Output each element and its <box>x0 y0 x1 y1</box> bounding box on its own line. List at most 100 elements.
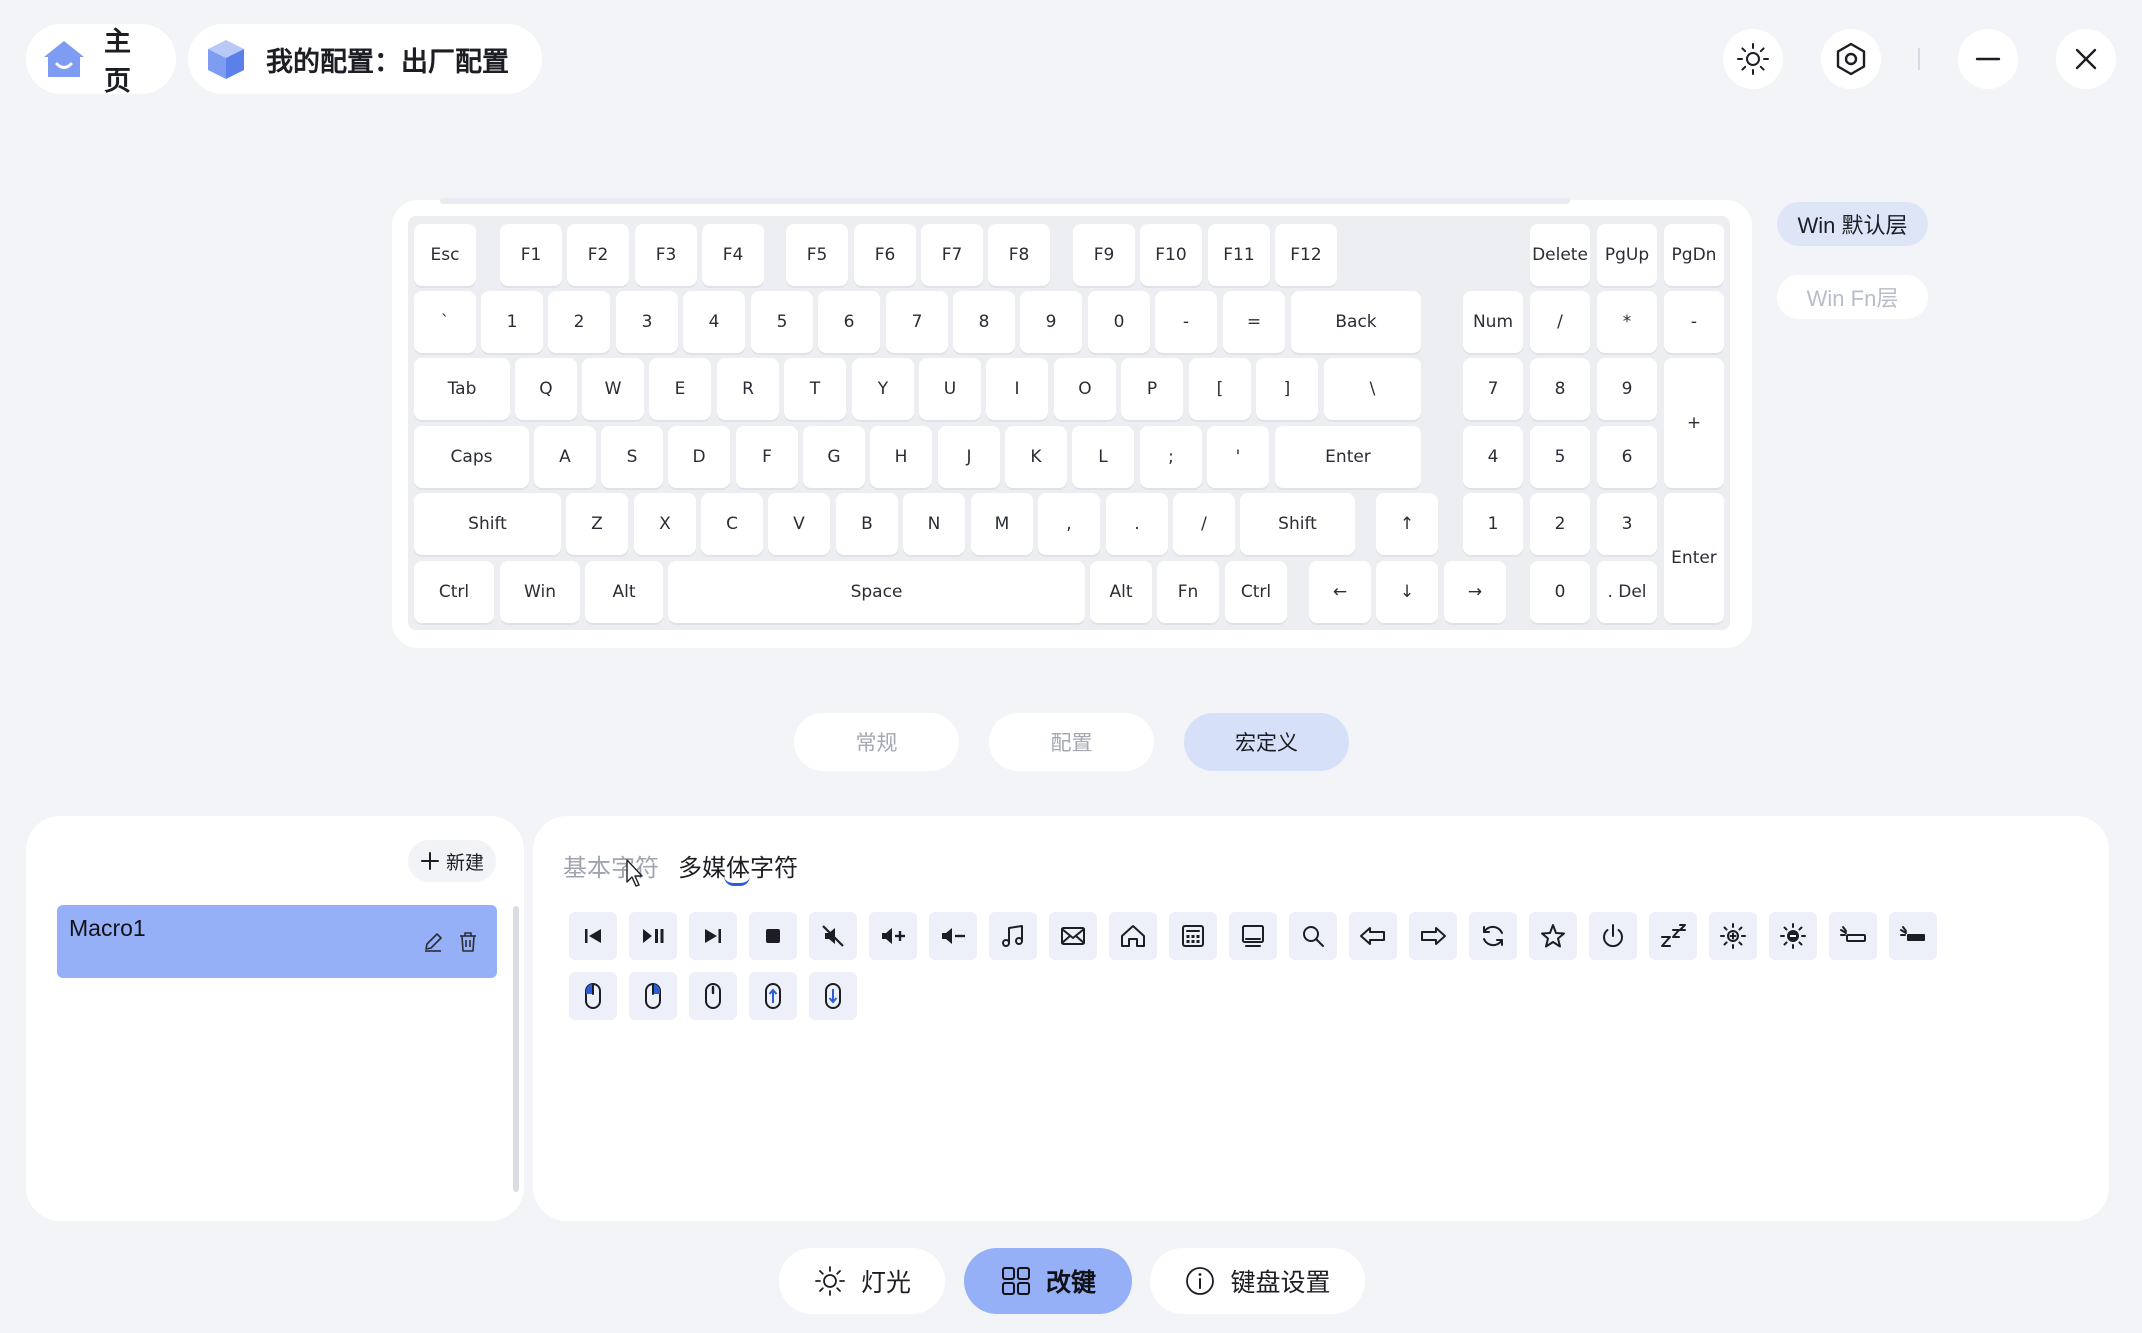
key-5-1[interactable]: Win <box>500 561 580 623</box>
tab-macro[interactable]: 宏定义 <box>1184 713 1349 771</box>
key-5-5[interactable]: Fn <box>1157 561 1219 623</box>
key-2-5[interactable]: T <box>784 358 846 420</box>
key-1-15[interactable]: / <box>1530 291 1590 353</box>
key-0-8[interactable]: F8 <box>988 224 1050 286</box>
key-0-0[interactable]: Esc <box>414 224 476 286</box>
key-3-1[interactable]: A <box>534 426 596 488</box>
key-3-2[interactable]: S <box>601 426 663 488</box>
key-1-6[interactable]: 6 <box>818 291 880 353</box>
stop-icon[interactable] <box>749 912 797 960</box>
key-2-15[interactable]: 8 <box>1530 358 1590 420</box>
key-0-10[interactable]: F10 <box>1140 224 1202 286</box>
key-4-11[interactable]: Shift <box>1240 493 1355 555</box>
key-3-7[interactable]: J <box>938 426 1000 488</box>
browser-forward-icon[interactable] <box>1409 912 1457 960</box>
calculator-icon[interactable] <box>1169 912 1217 960</box>
key-4-4[interactable]: V <box>768 493 830 555</box>
favorites-icon[interactable] <box>1529 912 1577 960</box>
key-3-6[interactable]: H <box>870 426 932 488</box>
layer-default-button[interactable]: Win 默认层 <box>1777 202 1928 246</box>
key-5-8[interactable]: ↓ <box>1376 561 1438 623</box>
previous-track-icon[interactable] <box>569 912 617 960</box>
layer-fn-button[interactable]: Win Fn层 <box>1777 275 1928 319</box>
play-pause-icon[interactable] <box>629 912 677 960</box>
home-button[interactable]: 主页 <box>26 24 176 96</box>
key-4-3[interactable]: C <box>701 493 763 555</box>
key-2-12[interactable]: ] <box>1256 358 1318 420</box>
key-1-3[interactable]: 3 <box>616 291 678 353</box>
mouse-middle-click-icon[interactable] <box>689 972 737 1020</box>
key-5-9[interactable]: → <box>1444 561 1506 623</box>
key-2-0[interactable]: Tab <box>414 358 510 420</box>
key-1-7[interactable]: 7 <box>886 291 948 353</box>
macro-list-scrollbar[interactable] <box>513 906 519 1192</box>
mouse-scroll-up-icon[interactable] <box>749 972 797 1020</box>
key-1-11[interactable]: - <box>1155 291 1217 353</box>
key-1-4[interactable]: 4 <box>683 291 745 353</box>
key-4-6[interactable]: N <box>903 493 965 555</box>
minimize-button[interactable] <box>1958 29 2018 89</box>
key-0-12[interactable]: F12 <box>1275 224 1337 286</box>
nav-lighting[interactable]: 灯光 <box>779 1248 945 1314</box>
key-2-9[interactable]: O <box>1054 358 1116 420</box>
key-3-11[interactable]: ' <box>1207 426 1269 488</box>
tab-config[interactable]: 配置 <box>989 713 1154 771</box>
key-5-0[interactable]: Ctrl <box>414 561 494 623</box>
key-1-13[interactable]: Back <box>1291 291 1421 353</box>
power-icon[interactable] <box>1589 912 1637 960</box>
key-1-16[interactable]: * <box>1597 291 1657 353</box>
home-icon[interactable] <box>1109 912 1157 960</box>
key-2-17[interactable]: + <box>1664 358 1724 488</box>
key-1-10[interactable]: 0 <box>1088 291 1150 353</box>
key-4-9[interactable]: . <box>1106 493 1168 555</box>
key-5-4[interactable]: Alt <box>1090 561 1152 623</box>
new-macro-button[interactable]: 新建 <box>408 840 496 882</box>
theme-button[interactable] <box>1723 29 1783 89</box>
key-4-2[interactable]: X <box>634 493 696 555</box>
key-4-8[interactable]: , <box>1038 493 1100 555</box>
key-4-7[interactable]: M <box>971 493 1033 555</box>
close-button[interactable] <box>2056 29 2116 89</box>
key-3-13[interactable]: 4 <box>1463 426 1523 488</box>
key-2-14[interactable]: 7 <box>1463 358 1523 420</box>
key-0-5[interactable]: F5 <box>786 224 848 286</box>
key-0-15[interactable]: PgDn <box>1664 224 1724 286</box>
key-3-4[interactable]: F <box>736 426 798 488</box>
refresh-icon[interactable] <box>1469 912 1517 960</box>
mute-icon[interactable] <box>809 912 857 960</box>
key-4-1[interactable]: Z <box>566 493 628 555</box>
mouse-right-click-icon[interactable] <box>629 972 677 1020</box>
key-0-3[interactable]: F3 <box>635 224 697 286</box>
edit-icon[interactable] <box>422 931 444 958</box>
current-config-button[interactable]: 我的配置：出厂配置 <box>188 24 542 94</box>
key-4-14[interactable]: 2 <box>1530 493 1590 555</box>
key-1-17[interactable]: - <box>1664 291 1724 353</box>
key-5-7[interactable]: ← <box>1309 561 1371 623</box>
backlight-up-icon[interactable] <box>1889 912 1937 960</box>
key-1-5[interactable]: 5 <box>751 291 813 353</box>
key-4-0[interactable]: Shift <box>414 493 561 555</box>
next-track-icon[interactable] <box>689 912 737 960</box>
key-2-7[interactable]: U <box>919 358 981 420</box>
key-0-9[interactable]: F9 <box>1073 224 1135 286</box>
key-2-8[interactable]: I <box>986 358 1048 420</box>
key-1-14[interactable]: Num <box>1463 291 1523 353</box>
tab-general[interactable]: 常规 <box>794 713 959 771</box>
key-1-1[interactable]: 1 <box>481 291 543 353</box>
mouse-left-click-icon[interactable] <box>569 972 617 1020</box>
key-2-13[interactable]: \ <box>1324 358 1421 420</box>
key-0-2[interactable]: F2 <box>567 224 629 286</box>
volume-up-icon[interactable] <box>869 912 917 960</box>
backlight-down-icon[interactable] <box>1829 912 1877 960</box>
key-2-16[interactable]: 9 <box>1597 358 1657 420</box>
key-2-1[interactable]: Q <box>515 358 577 420</box>
key-3-8[interactable]: K <box>1005 426 1067 488</box>
key-0-4[interactable]: F4 <box>702 224 764 286</box>
key-4-15[interactable]: 3 <box>1597 493 1657 555</box>
brightness-up-icon[interactable] <box>1709 912 1757 960</box>
key-1-9[interactable]: 9 <box>1020 291 1082 353</box>
key-5-3[interactable]: Space <box>668 561 1085 623</box>
key-5-10[interactable]: 0 <box>1530 561 1590 623</box>
key-0-14[interactable]: PgUp <box>1597 224 1657 286</box>
nav-remap[interactable]: 改键 <box>964 1248 1132 1314</box>
